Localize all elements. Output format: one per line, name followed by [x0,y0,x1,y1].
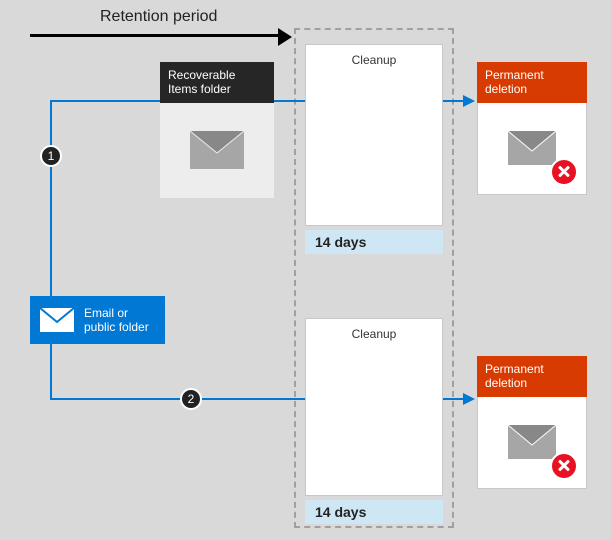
delete-x-icon [550,158,578,186]
recoverable-items-box: Recoverable Items folder [160,62,274,198]
permanent-deletion-header-bottom: Permanent deletion [477,356,587,397]
permanent-deletion-bottom: Permanent deletion [477,356,587,489]
retention-period-label: Retention period [100,8,217,26]
envelope-icon [508,131,556,165]
cleanup-days-bottom: 14 days [305,500,443,524]
cleanup-label-bottom: Cleanup [306,319,442,341]
permanent-deletion-top: Permanent deletion [477,62,587,195]
email-source-label: Email or public folder [84,306,154,335]
step-1-text: 1 [48,149,55,163]
envelope-icon [190,131,244,169]
envelope-icon [40,308,74,332]
step-2-text: 2 [188,392,195,406]
cleanup-label-top: Cleanup [306,45,442,67]
permanent-deletion-header-top: Permanent deletion [477,62,587,103]
connector-2-vertical [50,344,52,400]
recoverable-items-header: Recoverable Items folder [160,62,274,103]
cleanup-box-bottom: Cleanup [305,318,443,496]
retention-arrow [30,34,280,37]
delete-x-icon [550,452,578,480]
step-badge-2: 2 [180,388,202,410]
envelope-icon [508,425,556,459]
diagram-canvas: Retention period Email or public folder … [0,0,611,540]
step-badge-1: 1 [40,145,62,167]
connector-1a [50,100,160,102]
cleanup-box-top: Cleanup [305,44,443,226]
connector-1-vertical [50,100,52,296]
cleanup-days-top: 14 days [305,230,443,254]
email-source-box: Email or public folder [30,296,165,344]
